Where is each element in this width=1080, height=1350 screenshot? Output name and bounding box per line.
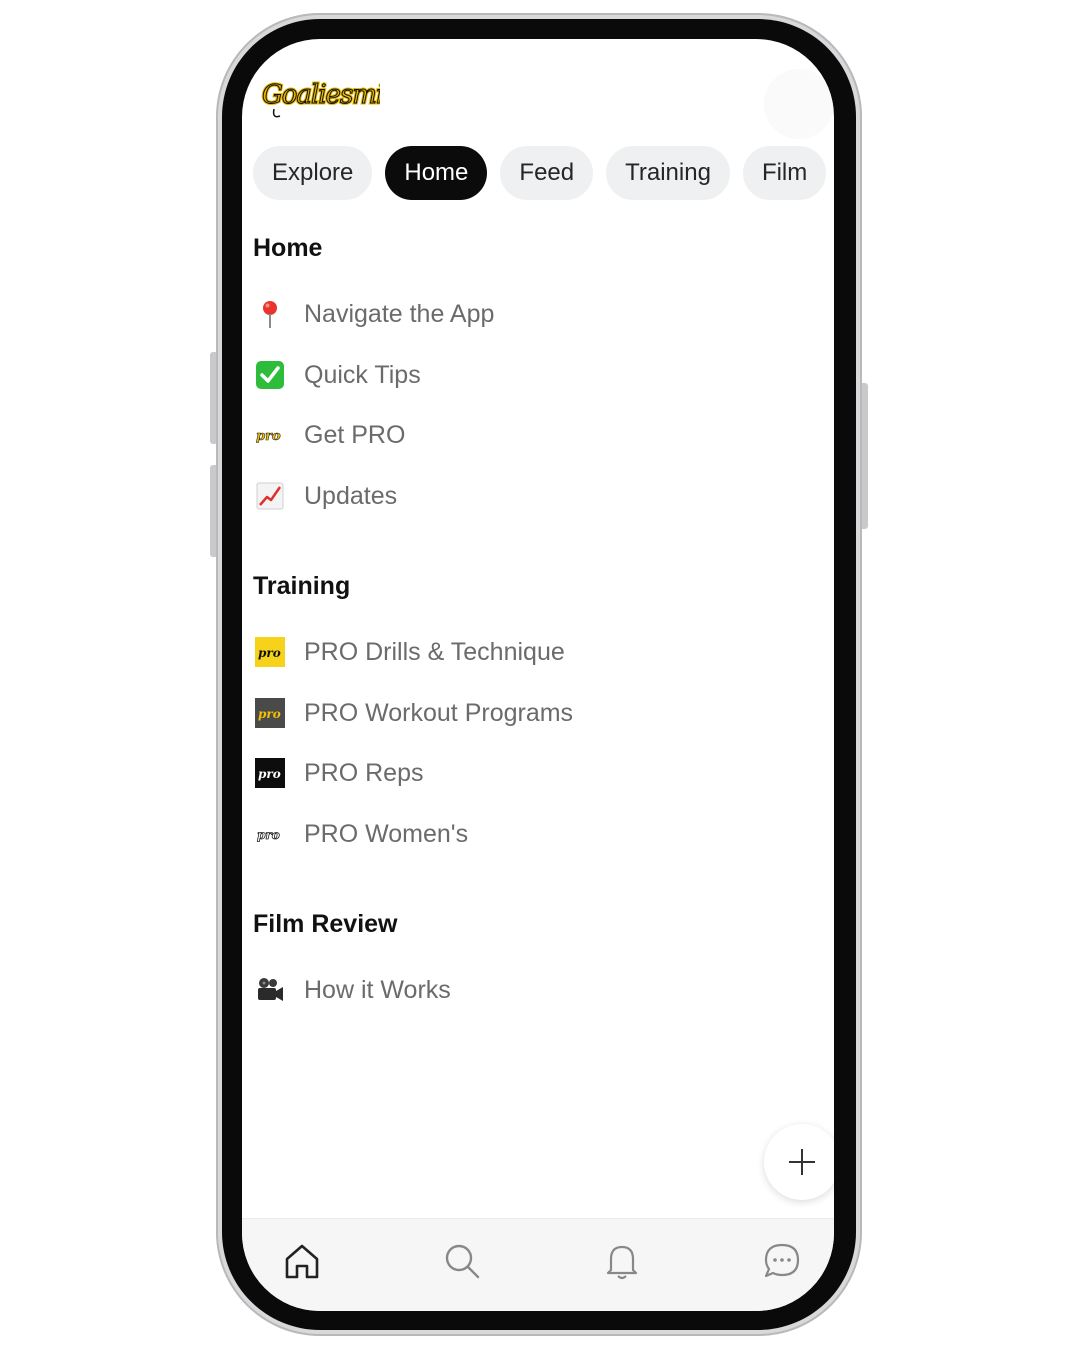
app-screen: Goaliesmith Goaliesmith Explore Home Fee… [242,39,834,1311]
pro-gray-icon: pro [254,697,286,729]
item-label: PRO Workout Programs [304,698,574,727]
list-item-how-it-works[interactable]: How it Works [254,970,451,1010]
tab-home[interactable]: Home [385,146,488,200]
search-icon[interactable] [442,1241,482,1281]
svg-text:Goaliesmith: Goaliesmith [262,80,380,110]
pro-badge-icon: pro [254,419,286,451]
pro-yellow-icon: pro [254,636,286,668]
plus-icon [789,1149,815,1175]
tab-film[interactable]: Film [742,146,827,200]
item-label: Navigate the App [304,299,495,328]
goaliesmith-logo-icon: Goaliesmith Goaliesmith [261,79,411,118]
pro-white-icon: pro [254,818,286,850]
pro-black-icon: pro [254,757,286,789]
list-item-pro-womens[interactable]: pro PRO Women's [254,814,468,854]
bell-icon[interactable] [602,1241,642,1281]
section-title-film-review: Film Review [253,910,398,938]
movie-camera-icon [254,974,286,1006]
app-logo[interactable]: Goaliesmith Goaliesmith [260,69,411,121]
home-icon[interactable] [282,1241,322,1281]
chart-increasing-icon [254,480,286,512]
list-item-quick-tips[interactable]: Quick Tips [254,355,421,395]
list-item-pro-workout[interactable]: pro PRO Workout Programs [254,693,573,733]
item-label: Updates [304,481,398,510]
item-label: Get PRO [304,420,406,449]
list-item-pro-drills[interactable]: pro PRO Drills & Technique [254,632,565,672]
list-item-updates[interactable]: Updates [254,476,397,516]
section-title-home: Home [253,234,323,262]
list-item-pro-reps[interactable]: pro PRO Reps [254,753,423,793]
pushpin-icon [254,298,286,330]
add-button[interactable] [764,1124,834,1200]
svg-text:pro: pro [258,707,281,721]
svg-text:pro: pro [258,767,281,781]
svg-text:pro: pro [256,429,281,444]
svg-text:pro: pro [257,828,280,842]
tab-feed[interactable]: Feed [500,146,594,200]
check-mark-icon [254,359,286,391]
section-title-training: Training [253,572,351,600]
list-item-get-pro[interactable]: pro Get PRO [254,415,406,455]
top-tab-bar: Explore Home Feed Training Film [253,146,827,200]
chat-icon[interactable] [762,1241,802,1281]
item-label: PRO Reps [304,758,424,787]
item-label: PRO Women's [304,819,469,848]
svg-text:pro: pro [258,646,281,660]
item-label: How it Works [304,975,451,1004]
profile-avatar[interactable] [764,69,834,139]
item-label: Quick Tips [304,360,421,389]
tab-explore[interactable]: Explore [253,146,373,200]
tab-training[interactable]: Training [606,146,730,200]
item-label: PRO Drills & Technique [304,637,565,666]
list-item-navigate-app[interactable]: Navigate the App [254,294,494,334]
bottom-nav-bar [242,1218,834,1311]
